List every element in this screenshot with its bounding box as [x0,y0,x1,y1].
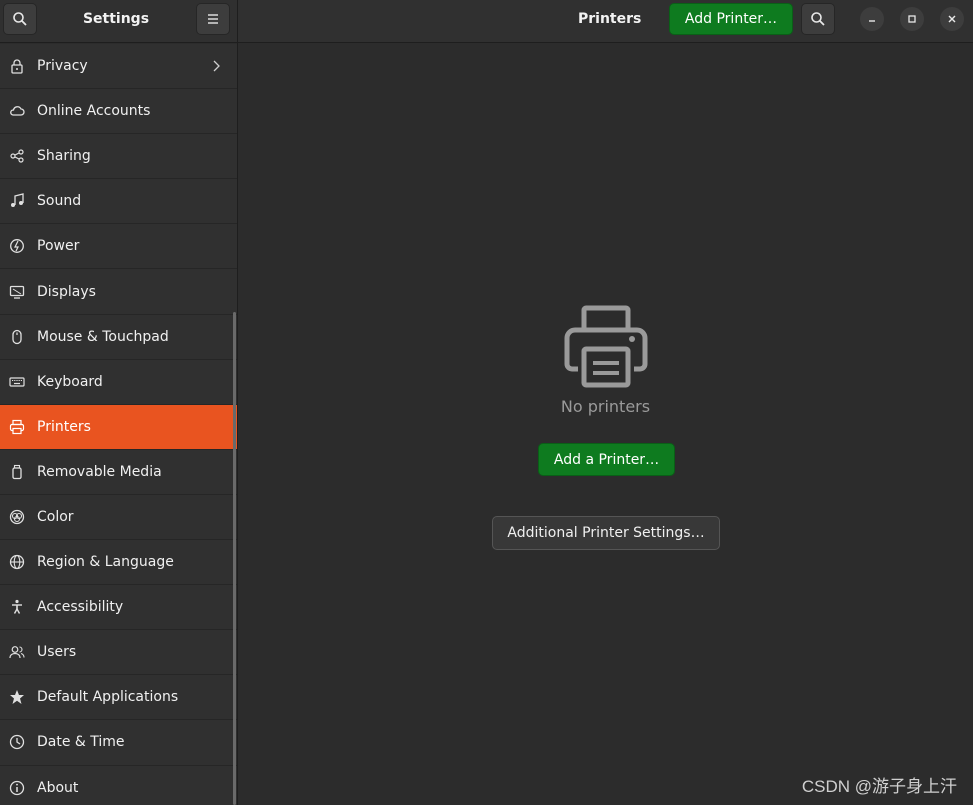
printer-placeholder-icon [564,305,648,388]
sidebar-item-label: Privacy [37,58,88,75]
printer-icon [9,419,25,435]
sidebar-item-label: Region & Language [37,554,174,571]
display-icon [9,284,25,300]
search-icon [811,12,825,26]
lock-icon [9,58,25,74]
sidebar-item-label: Online Accounts [37,103,151,120]
sidebar-item-removable-media[interactable]: Removable Media [0,450,237,495]
users-icon [9,644,25,660]
sidebar-item-label: Displays [37,283,96,300]
sidebar-headerbar: Settings [0,0,237,43]
sidebar-item-users[interactable]: Users [0,630,237,676]
sidebar-item-color[interactable]: Color [0,495,237,541]
minimize-icon [869,20,875,22]
page-title: Printers [578,11,642,27]
share-icon [9,148,25,164]
sidebar-item-label: Default Applications [37,689,179,706]
watermark: CSDN @游子身上汗 [801,777,957,796]
sidebar-item-power[interactable]: Power [0,224,237,270]
sidebar-item-label: Accessibility [37,599,124,616]
sidebar-item-sharing[interactable]: Sharing [0,134,237,180]
color-icon [9,509,25,525]
sidebar-scrollbar[interactable] [233,312,236,805]
power-icon [9,238,25,254]
sidebar-item-label: Keyboard [37,373,103,390]
sidebar-item-displays[interactable]: Displays [0,269,237,315]
sidebar-item-label: Color [37,508,74,525]
additional-printer-settings-button[interactable]: Additional Printer Settings… [492,516,720,550]
globe-icon [9,554,25,570]
sidebar: Privacy Online Accounts Sharing Sound Po… [0,44,237,805]
info-icon [9,780,25,796]
sidebar-item-label: About [37,779,79,796]
add-printer-button[interactable]: Add Printer… [669,3,793,35]
sidebar-item-label: Mouse & Touchpad [37,328,169,345]
chevron-right-icon [213,60,220,72]
maximize-button[interactable] [900,7,924,31]
sidebar-item-label: Users [37,644,77,661]
add-a-printer-button[interactable]: Add a Printer… [538,443,675,476]
close-icon [948,15,956,23]
maximize-icon [908,15,916,23]
clock-icon [9,734,25,750]
accessibility-icon [9,599,25,615]
music-note-icon [9,193,25,209]
sidebar-item-label: Date & Time [37,734,125,751]
printers-panel: No printers Add a Printer… Additional Pr… [238,44,973,805]
star-icon [9,689,25,705]
sidebar-item-printers[interactable]: Printers [0,404,237,450]
no-printers-label: No printers [560,397,651,416]
main-headerbar: Printers Add Printer… [238,0,973,43]
settings-window: Settings Printers Add Printer… Privacy O… [0,0,973,805]
sidebar-item-date-time[interactable]: Date & Time [0,720,237,766]
sidebar-item-label: Sound [37,193,82,210]
sidebar-item-online-accounts[interactable]: Online Accounts [0,89,237,135]
sidebar-item-label: Sharing [37,148,91,165]
sidebar-item-region-language[interactable]: Region & Language [0,540,237,586]
close-button[interactable] [940,7,964,31]
sidebar-item-privacy[interactable]: Privacy [0,44,237,90]
cloud-icon [9,103,25,119]
sidebar-item-label: Power [37,238,80,255]
sidebar-item-label: Removable Media [37,463,162,480]
sidebar-item-label: Printers [37,418,91,435]
removable-media-icon [9,464,25,480]
menu-button[interactable] [196,3,230,35]
mouse-icon [9,329,25,345]
sidebar-item-accessibility[interactable]: Accessibility [0,585,237,631]
hamburger-menu-icon [208,14,218,24]
sidebar-item-keyboard[interactable]: Keyboard [0,360,237,405]
sidebar-item-default-applications[interactable]: Default Applications [0,675,237,721]
sidebar-item-mouse-touchpad[interactable]: Mouse & Touchpad [0,315,237,360]
sidebar-item-sound[interactable]: Sound [0,179,237,225]
minimize-button[interactable] [860,7,884,31]
sidebar-item-about[interactable]: About [0,766,237,805]
printer-search-button[interactable] [801,3,835,35]
keyboard-icon [9,374,25,390]
